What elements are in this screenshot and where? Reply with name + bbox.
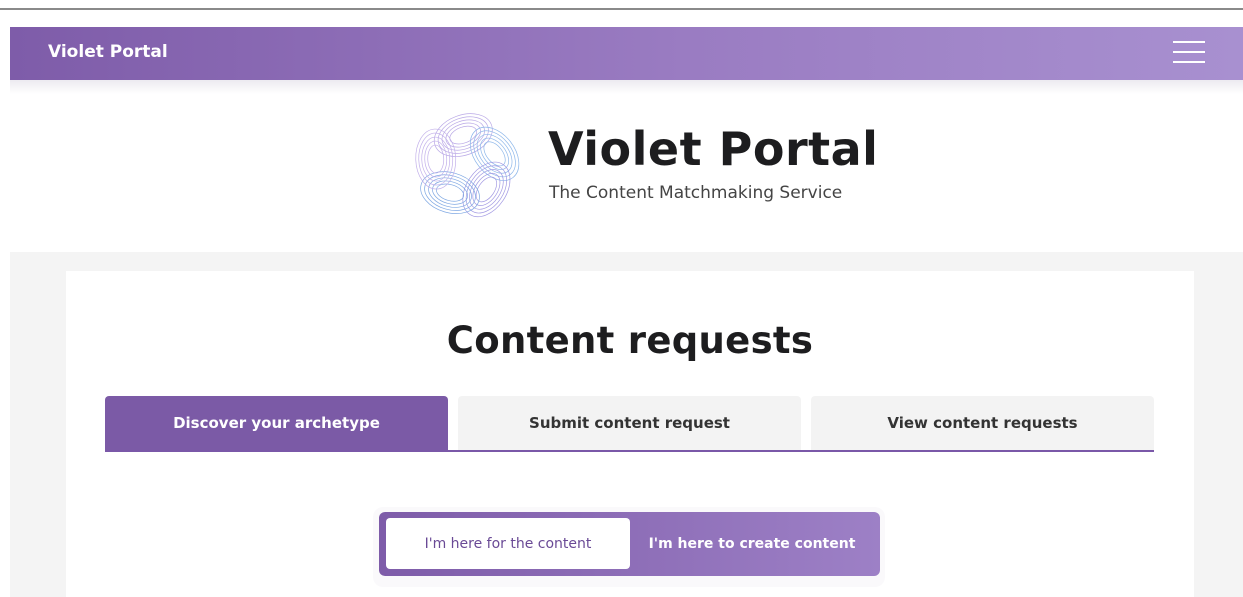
- content-card: Content requests Discover your archetype…: [66, 271, 1194, 597]
- hero-subtitle: The Content Matchmaking Service: [549, 183, 843, 203]
- page-title: Content requests: [446, 319, 814, 362]
- top-navbar: Violet Portal: [10, 27, 1243, 80]
- archetype-toggle: I'm here for the content I'm here to cre…: [379, 512, 880, 576]
- swirl-logo-icon: [402, 103, 530, 229]
- hamburger-line: [1173, 51, 1205, 53]
- hamburger-line: [1173, 41, 1205, 43]
- toggle-option-consumer[interactable]: I'm here for the content: [386, 518, 630, 569]
- tab-discover-archetype[interactable]: Discover your archetype: [105, 396, 448, 450]
- hamburger-line: [1173, 61, 1205, 63]
- navbar-shadow: [10, 80, 1243, 94]
- navbar-brand[interactable]: Violet Portal: [48, 27, 168, 80]
- top-divider: [0, 8, 1243, 10]
- toggle-option-creator[interactable]: I'm here to create content: [630, 518, 874, 569]
- tab-view-content-requests[interactable]: View content requests: [811, 396, 1154, 450]
- tab-bar: Discover your archetype Submit content r…: [105, 396, 1154, 452]
- hamburger-menu-icon[interactable]: [1173, 41, 1205, 63]
- hero-title: Violet Portal: [548, 122, 879, 176]
- tab-submit-content-request[interactable]: Submit content request: [458, 396, 801, 450]
